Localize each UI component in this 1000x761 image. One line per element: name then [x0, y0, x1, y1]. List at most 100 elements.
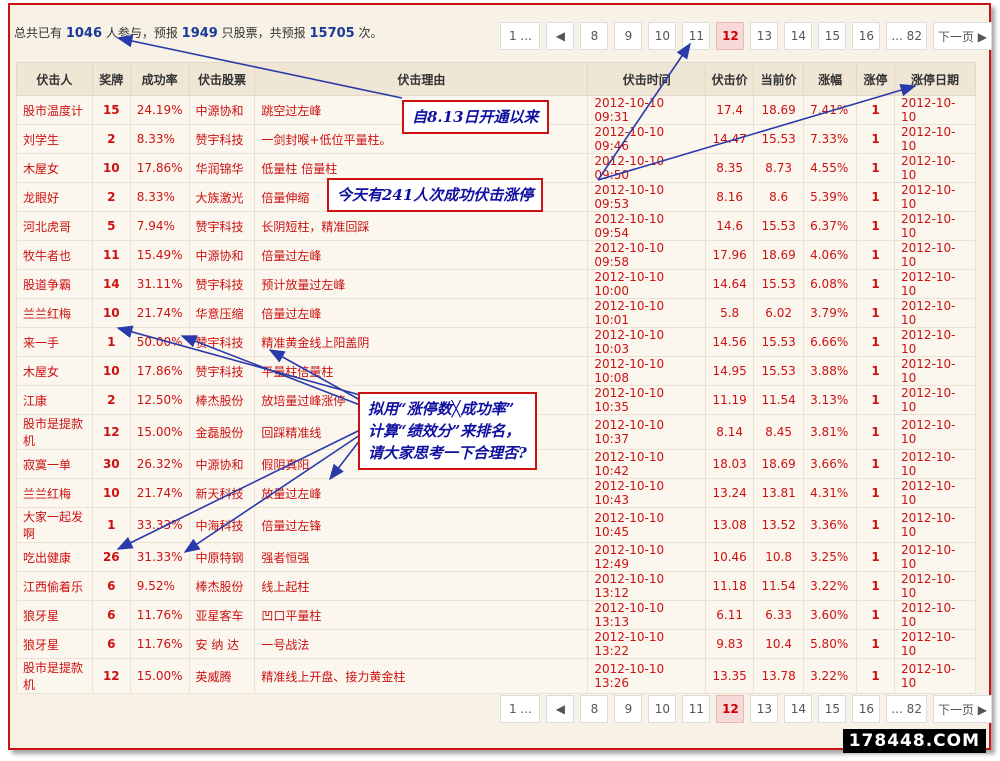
prev-page-button[interactable]: ◀	[546, 22, 575, 50]
cell-stock[interactable]: 赞宇科技	[188, 269, 256, 299]
cell-stock[interactable]: 赞宇科技	[188, 356, 256, 386]
page-link[interactable]: 13	[750, 695, 779, 723]
page-link[interactable]: 9	[614, 22, 643, 50]
page-link[interactable]: 1 ...	[500, 695, 541, 723]
annotation-scoring-question: 拟用“涨停数╳成功率” 计算“绩效分”来排名， 请大家思考一下合理否?	[358, 392, 537, 470]
cell-user[interactable]: 股道争霸	[16, 269, 93, 299]
page-link[interactable]: 8	[580, 695, 609, 723]
page-link[interactable]: 15	[818, 695, 847, 723]
cell-reason: 倍量过左锋	[254, 507, 589, 543]
cell-gain: 6.37%	[803, 211, 858, 241]
page-link[interactable]: 14	[784, 22, 813, 50]
cell-success-rate: 24.19%	[129, 95, 190, 125]
cell-medals: 15	[91, 95, 131, 125]
column-header: 涨停日期	[894, 62, 976, 96]
cell-limit-up: 1	[856, 182, 896, 212]
cell-stock[interactable]: 英威腾	[188, 658, 256, 694]
cell-current-price: 18.69	[753, 449, 805, 479]
cell-user[interactable]: 河北虎哥	[16, 211, 93, 241]
page-link[interactable]: 16	[852, 695, 881, 723]
table-row: 兰兰红梅 10 21.74% 新天科技 放量过左峰 2012-10-10 10:43 13.…	[16, 478, 976, 508]
cell-price: 18.03	[705, 449, 755, 479]
cell-user[interactable]: 吃出健康	[16, 542, 93, 572]
cell-stock[interactable]: 亚星客车	[188, 600, 256, 630]
cell-user[interactable]: 寂寞一单	[16, 449, 93, 479]
cell-stock[interactable]: 赞宇科技	[188, 211, 256, 241]
page-link[interactable]: 12	[716, 695, 745, 723]
cell-gain: 7.41%	[803, 95, 858, 125]
next-page-button[interactable]: 下一页 ▶	[932, 695, 992, 723]
cell-stock[interactable]: 中源协和	[188, 240, 256, 270]
page-link[interactable]: 9	[614, 695, 643, 723]
table-row: 牧牛者也 11 15.49% 中源协和 倍量过左峰 2012-10-10 09:58 17.…	[16, 240, 976, 270]
cell-gain: 5.39%	[803, 182, 858, 212]
cell-success-rate: 15.49%	[129, 240, 190, 270]
cell-success-rate: 11.76%	[129, 629, 190, 659]
page-link[interactable]: 8	[580, 22, 609, 50]
page-link[interactable]: 10	[648, 695, 677, 723]
cell-user[interactable]: 兰兰红梅	[16, 478, 93, 508]
cell-user[interactable]: 江西偷着乐	[16, 571, 93, 601]
cell-time: 2012-10-10 13:12	[587, 571, 707, 601]
cell-gain: 7.33%	[803, 124, 858, 154]
cell-user[interactable]: 兰兰红梅	[16, 298, 93, 328]
cell-time: 2012-10-10 10:01	[587, 298, 707, 328]
table-row: 股市是提款机 12 15.00% 英威腾 精准线上开盘、接力黄金柱 2012-10-10 …	[16, 658, 976, 694]
cell-stock[interactable]: 中海科技	[188, 507, 256, 543]
next-page-button[interactable]: 下一页 ▶	[932, 22, 992, 50]
cell-user[interactable]: 江康	[16, 385, 93, 415]
cell-user[interactable]: 大家一起发啊	[16, 507, 93, 543]
cell-user[interactable]: 木屋女	[16, 356, 93, 386]
prev-page-button[interactable]: ◀	[546, 695, 575, 723]
page-link[interactable]: 11	[682, 695, 711, 723]
cell-medals: 10	[91, 478, 131, 508]
cell-user[interactable]: 木屋女	[16, 153, 93, 183]
cell-stock[interactable]: 中源协和	[188, 449, 256, 479]
page-link[interactable]: ... 82	[886, 695, 927, 723]
cell-user[interactable]: 刘学生	[16, 124, 93, 154]
cell-stock[interactable]: 赞宇科技	[188, 327, 256, 357]
cell-current-price: 18.69	[753, 95, 805, 125]
page-link[interactable]: ... 82	[886, 22, 927, 50]
cell-stock[interactable]: 新天科技	[188, 478, 256, 508]
cell-stock[interactable]: 华意压缩	[188, 298, 256, 328]
cell-stock[interactable]: 中源协和	[188, 95, 256, 125]
page-link[interactable]: 11	[682, 22, 711, 50]
cell-user[interactable]: 狼牙星	[16, 629, 93, 659]
cell-user[interactable]: 牧牛者也	[16, 240, 93, 270]
page-link[interactable]: 10	[648, 22, 677, 50]
cell-stock[interactable]: 大族激光	[188, 182, 256, 212]
page-link[interactable]: 14	[784, 695, 813, 723]
table-row: 兰兰红梅 10 21.74% 华意压缩 倍量过左峰 2012-10-10 10:01 5.8…	[16, 298, 976, 328]
cell-stock[interactable]: 华润锦华	[188, 153, 256, 183]
cell-time: 2012-10-10 10:42	[587, 449, 707, 479]
cell-success-rate: 21.74%	[129, 298, 190, 328]
cell-user[interactable]: 股市是提款机	[16, 658, 93, 694]
cell-time: 2012-10-10 13:26	[587, 658, 707, 694]
cell-user[interactable]: 龙眼好	[16, 182, 93, 212]
cell-user[interactable]: 股市温度计	[16, 95, 93, 125]
cell-stock[interactable]: 棒杰股份	[188, 571, 256, 601]
page-link[interactable]: 1 ...	[500, 22, 541, 50]
cell-stock[interactable]: 中原特钢	[188, 542, 256, 572]
cell-gain: 3.22%	[803, 571, 858, 601]
table-row: 股道争霸 14 31.11% 赞宇科技 预计放量过左峰 2012-10-10 10:00 1…	[16, 269, 976, 299]
cell-user[interactable]: 股市是提款机	[16, 414, 93, 450]
page-link[interactable]: 15	[818, 22, 847, 50]
page-link[interactable]: 13	[750, 22, 779, 50]
cell-current-price: 18.69	[753, 240, 805, 270]
cell-stock[interactable]: 棒杰股份	[188, 385, 256, 415]
cell-stock[interactable]: 安 纳 达	[188, 629, 256, 659]
cell-reason: 预计放量过左峰	[254, 269, 589, 299]
cell-stock[interactable]: 金磊股份	[188, 414, 256, 450]
page-link[interactable]: 16	[852, 22, 881, 50]
cell-stock[interactable]: 赞宇科技	[188, 124, 256, 154]
cell-user[interactable]: 狼牙星	[16, 600, 93, 630]
cell-current-price: 15.53	[753, 124, 805, 154]
cell-user[interactable]: 来一手	[16, 327, 93, 357]
cell-reason: 倍量过左峰	[254, 298, 589, 328]
page-link[interactable]: 12	[716, 22, 745, 50]
cell-success-rate: 8.33%	[129, 124, 190, 154]
cell-limit-up: 1	[856, 124, 896, 154]
cell-limit-up: 1	[856, 542, 896, 572]
